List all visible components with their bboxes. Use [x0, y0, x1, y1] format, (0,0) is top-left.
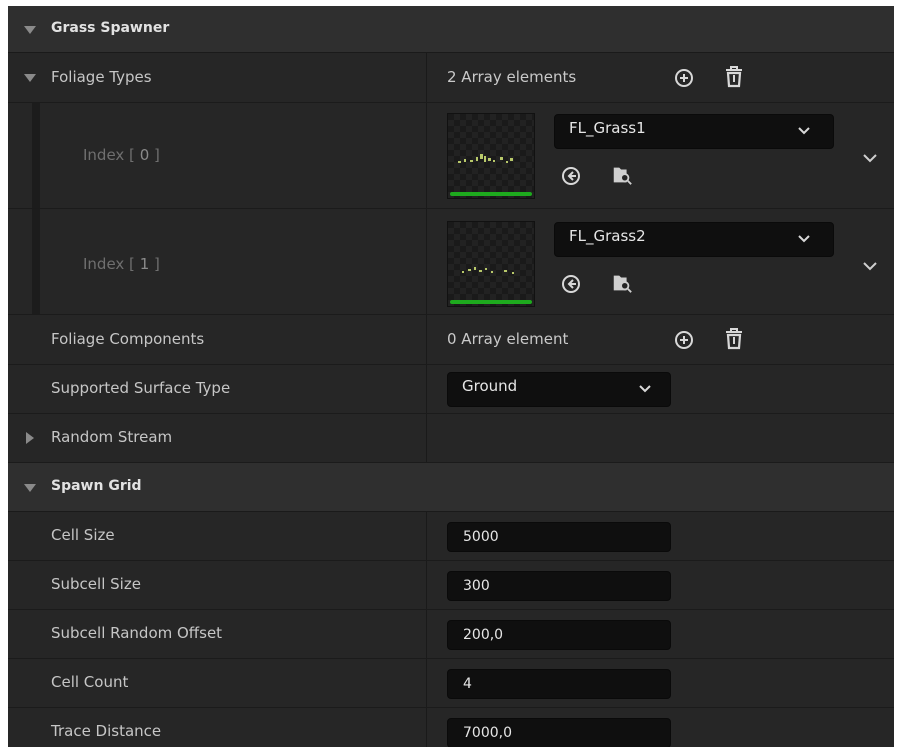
section-grass-spawner[interactable]: Grass Spawner — [8, 6, 894, 53]
arrow-left-circle-icon[interactable] — [560, 165, 582, 187]
column-splitter[interactable] — [426, 209, 427, 314]
grass-preview-icon — [462, 267, 514, 274]
surface-type-dropdown[interactable]: Ground — [447, 372, 671, 407]
cell-size-input[interactable]: 5000 — [447, 522, 671, 552]
chevron-down-icon — [798, 235, 810, 243]
indent-guide — [32, 103, 40, 208]
expand-triangle-icon[interactable] — [26, 432, 34, 444]
property-foliage-types: Foliage Types 2 Array elements — [8, 53, 894, 103]
property-supported-surface-type: Supported Surface Type Ground — [8, 365, 894, 414]
indent-guide — [32, 209, 40, 314]
property-label: Cell Size — [51, 526, 115, 544]
chevron-down-icon — [639, 385, 651, 393]
section-title: Grass Spawner — [51, 20, 170, 36]
folder-search-icon[interactable] — [611, 164, 633, 186]
column-splitter[interactable] — [426, 708, 427, 747]
add-circle-icon[interactable] — [673, 329, 695, 351]
property-cell-size: Cell Size 5000 — [8, 512, 894, 561]
column-splitter[interactable] — [426, 365, 427, 413]
collapse-triangle-icon[interactable] — [24, 26, 36, 34]
column-splitter[interactable] — [426, 103, 427, 208]
asset-picker-combo[interactable]: FL_Grass2 — [554, 222, 834, 257]
trash-icon[interactable] — [723, 66, 745, 88]
property-label: Foliage Types — [51, 68, 152, 86]
array-element-0: Index [ 0 ] FL_Grass1 — [8, 103, 894, 209]
array-count: 0 Array element — [447, 330, 569, 348]
collapse-triangle-icon[interactable] — [24, 74, 36, 82]
property-label: Random Stream — [51, 428, 173, 446]
section-spawn-grid[interactable]: Spawn Grid — [8, 463, 894, 512]
property-cell-count: Cell Count 4 — [8, 659, 894, 708]
arrow-left-circle-icon[interactable] — [560, 273, 582, 295]
property-foliage-components: Foliage Components 0 Array element — [8, 315, 894, 365]
trace-distance-input[interactable]: 7000,0 — [447, 718, 671, 747]
thumbnail-status-bar — [450, 300, 532, 304]
property-label: Trace Distance — [51, 722, 162, 740]
asset-thumbnail[interactable] — [447, 113, 535, 199]
trash-icon[interactable] — [723, 328, 745, 350]
subcell-random-offset-input[interactable]: 200,0 — [447, 620, 671, 650]
dropdown-value: Ground — [462, 377, 518, 395]
column-splitter[interactable] — [426, 561, 427, 609]
property-trace-distance: Trace Distance 7000,0 — [8, 708, 894, 747]
property-subcell-random-offset: Subcell Random Offset 200,0 — [8, 610, 894, 659]
details-panel: Grass Spawner Foliage Types 2 Array elem… — [8, 6, 894, 747]
chevron-down-icon — [798, 127, 810, 135]
array-count: 2 Array elements — [447, 68, 577, 86]
array-element-1: Index [ 1 ] FL_Grass2 — [8, 209, 894, 315]
property-label: Subcell Random Offset — [51, 624, 223, 642]
grass-preview-icon — [458, 154, 513, 163]
cell-count-input[interactable]: 4 — [447, 669, 671, 699]
column-splitter[interactable] — [426, 659, 427, 707]
folder-search-icon[interactable] — [611, 272, 633, 294]
column-splitter[interactable] — [426, 610, 427, 658]
property-label: Foliage Components — [51, 330, 205, 348]
asset-picker-combo[interactable]: FL_Grass1 — [554, 114, 834, 149]
column-splitter[interactable] — [426, 512, 427, 560]
subcell-size-input[interactable]: 300 — [447, 571, 671, 601]
property-random-stream[interactable]: Random Stream — [8, 414, 894, 463]
thumbnail-status-bar — [450, 192, 532, 196]
collapse-triangle-icon[interactable] — [24, 484, 36, 492]
property-label: Supported Surface Type — [51, 379, 231, 397]
column-splitter[interactable] — [426, 53, 427, 102]
column-splitter[interactable] — [426, 315, 427, 364]
index-label: Index [ 0 ] — [83, 146, 160, 164]
asset-name: FL_Grass2 — [569, 227, 646, 245]
index-label: Index [ 1 ] — [83, 255, 160, 273]
section-title: Spawn Grid — [51, 478, 142, 494]
add-circle-icon[interactable] — [673, 67, 695, 89]
property-subcell-size: Subcell Size 300 — [8, 561, 894, 610]
asset-name: FL_Grass1 — [569, 119, 646, 137]
property-label: Subcell Size — [51, 575, 141, 593]
expand-chevron-icon[interactable] — [861, 151, 879, 165]
expand-chevron-icon[interactable] — [861, 259, 879, 273]
asset-thumbnail[interactable] — [447, 221, 535, 307]
property-label: Cell Count — [51, 673, 129, 691]
column-splitter[interactable] — [426, 414, 427, 462]
